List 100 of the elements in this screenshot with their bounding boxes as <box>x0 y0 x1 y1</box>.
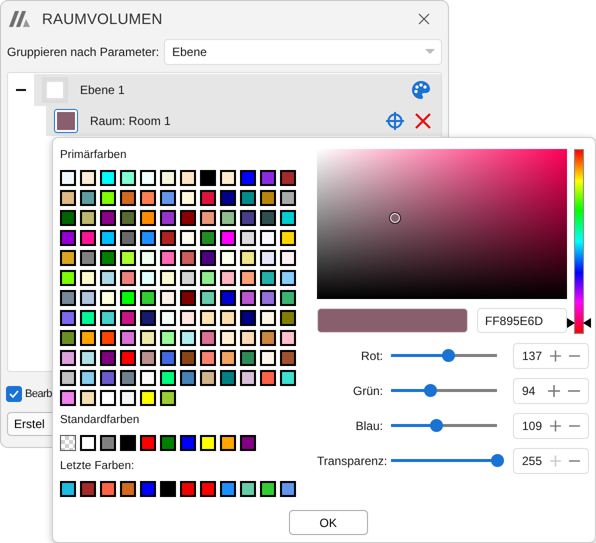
color-swatch[interactable] <box>60 350 76 366</box>
color-swatch[interactable] <box>100 210 116 226</box>
color-swatch[interactable] <box>120 350 136 366</box>
color-swatch[interactable] <box>180 250 196 266</box>
target-icon[interactable] <box>385 111 405 131</box>
color-swatch[interactable] <box>80 190 96 206</box>
color-swatch[interactable] <box>220 210 236 226</box>
color-swatch[interactable] <box>180 435 196 451</box>
color-swatch[interactable] <box>220 170 236 186</box>
color-swatch[interactable] <box>180 290 196 306</box>
hue-slider[interactable] <box>567 149 591 334</box>
color-swatch[interactable] <box>220 435 236 451</box>
color-swatch[interactable] <box>180 350 196 366</box>
color-swatch[interactable] <box>240 250 256 266</box>
tree-row[interactable]: Ebene 1 <box>34 74 441 106</box>
color-swatch[interactable] <box>260 481 276 497</box>
number-field[interactable]: 255 <box>513 448 589 474</box>
color-swatch[interactable] <box>280 230 296 246</box>
color-swatch[interactable] <box>260 310 276 326</box>
color-swatch[interactable] <box>140 481 156 497</box>
color-swatch[interactable] <box>80 330 96 346</box>
color-swatch[interactable] <box>200 250 216 266</box>
color-swatch[interactable] <box>60 481 76 497</box>
color-swatch[interactable] <box>160 190 176 206</box>
color-swatch[interactable] <box>200 350 216 366</box>
color-swatch[interactable] <box>140 170 156 186</box>
color-swatch[interactable] <box>160 481 176 497</box>
color-swatch[interactable] <box>240 170 256 186</box>
color-swatch[interactable] <box>140 230 156 246</box>
color-swatch[interactable] <box>220 290 236 306</box>
plus-icon[interactable] <box>550 350 562 362</box>
color-swatch[interactable] <box>60 170 76 186</box>
color-swatch[interactable] <box>280 270 296 286</box>
color-swatch[interactable] <box>180 330 196 346</box>
transparent-swatch[interactable] <box>60 435 76 451</box>
color-swatch[interactable] <box>100 330 116 346</box>
color-swatch[interactable] <box>200 190 216 206</box>
color-swatch[interactable] <box>160 390 176 406</box>
color-swatch[interactable] <box>240 230 256 246</box>
color-swatch[interactable] <box>80 390 96 406</box>
color-swatch[interactable] <box>120 310 136 326</box>
color-swatch[interactable] <box>120 290 136 306</box>
color-swatch[interactable] <box>240 330 256 346</box>
color-swatch[interactable] <box>240 270 256 286</box>
color-swatch[interactable] <box>140 350 156 366</box>
color-swatch[interactable] <box>100 370 116 386</box>
color-swatch[interactable] <box>100 435 116 451</box>
color-swatch[interactable] <box>140 250 156 266</box>
color-swatch[interactable] <box>60 330 76 346</box>
color-swatch[interactable] <box>160 310 176 326</box>
color-swatch[interactable] <box>180 190 196 206</box>
plus-icon[interactable] <box>548 384 560 396</box>
color-swatch[interactable] <box>100 250 116 266</box>
color-swatch[interactable] <box>140 330 156 346</box>
color-swatch[interactable] <box>80 210 96 226</box>
color-swatch[interactable] <box>120 390 136 406</box>
color-swatch[interactable] <box>280 310 296 326</box>
saturation-value-area[interactable] <box>317 149 567 299</box>
color-swatch[interactable] <box>140 310 156 326</box>
color-swatch[interactable] <box>60 210 76 226</box>
color-swatch[interactable] <box>60 270 76 286</box>
color-swatch[interactable] <box>160 250 176 266</box>
color-swatch[interactable] <box>220 230 236 246</box>
color-swatch[interactable] <box>60 250 76 266</box>
color-swatch[interactable] <box>80 481 96 497</box>
color-swatch[interactable] <box>200 230 216 246</box>
color-swatch[interactable] <box>60 230 76 246</box>
color-swatch[interactable] <box>240 310 256 326</box>
color-swatch[interactable] <box>100 290 116 306</box>
color-swatch[interactable] <box>160 435 176 451</box>
color-swatch[interactable] <box>140 270 156 286</box>
color-swatch[interactable] <box>100 170 116 186</box>
color-swatch[interactable] <box>60 370 76 386</box>
color-swatch[interactable] <box>160 290 176 306</box>
slider-thumb[interactable] <box>491 454 504 467</box>
color-swatch[interactable] <box>220 310 236 326</box>
color-swatch[interactable] <box>180 230 196 246</box>
color-swatch[interactable] <box>140 370 156 386</box>
color-swatch[interactable] <box>180 481 196 497</box>
color-swatch[interactable] <box>260 230 276 246</box>
color-swatch[interactable] <box>200 330 216 346</box>
color-swatch[interactable] <box>60 390 76 406</box>
color-swatch[interactable] <box>60 310 76 326</box>
color-swatch[interactable] <box>120 170 136 186</box>
color-swatch[interactable] <box>160 210 176 226</box>
color-swatch[interactable] <box>140 190 156 206</box>
color-swatch[interactable] <box>100 190 116 206</box>
ok-button[interactable]: OK <box>288 510 368 535</box>
color-swatch[interactable] <box>100 350 116 366</box>
number-field[interactable]: 94 <box>513 378 589 404</box>
group-by-dropdown[interactable]: Ebene <box>164 39 442 65</box>
color-swatch[interactable] <box>220 350 236 366</box>
color-swatch[interactable] <box>80 435 96 451</box>
color-swatch[interactable] <box>200 435 216 451</box>
color-swatch[interactable] <box>180 270 196 286</box>
color-swatch[interactable] <box>260 350 276 366</box>
slider-thumb[interactable] <box>424 384 438 397</box>
number-field[interactable]: 109 <box>513 412 589 438</box>
color-swatch[interactable] <box>120 370 136 386</box>
color-swatch[interactable] <box>200 170 216 186</box>
